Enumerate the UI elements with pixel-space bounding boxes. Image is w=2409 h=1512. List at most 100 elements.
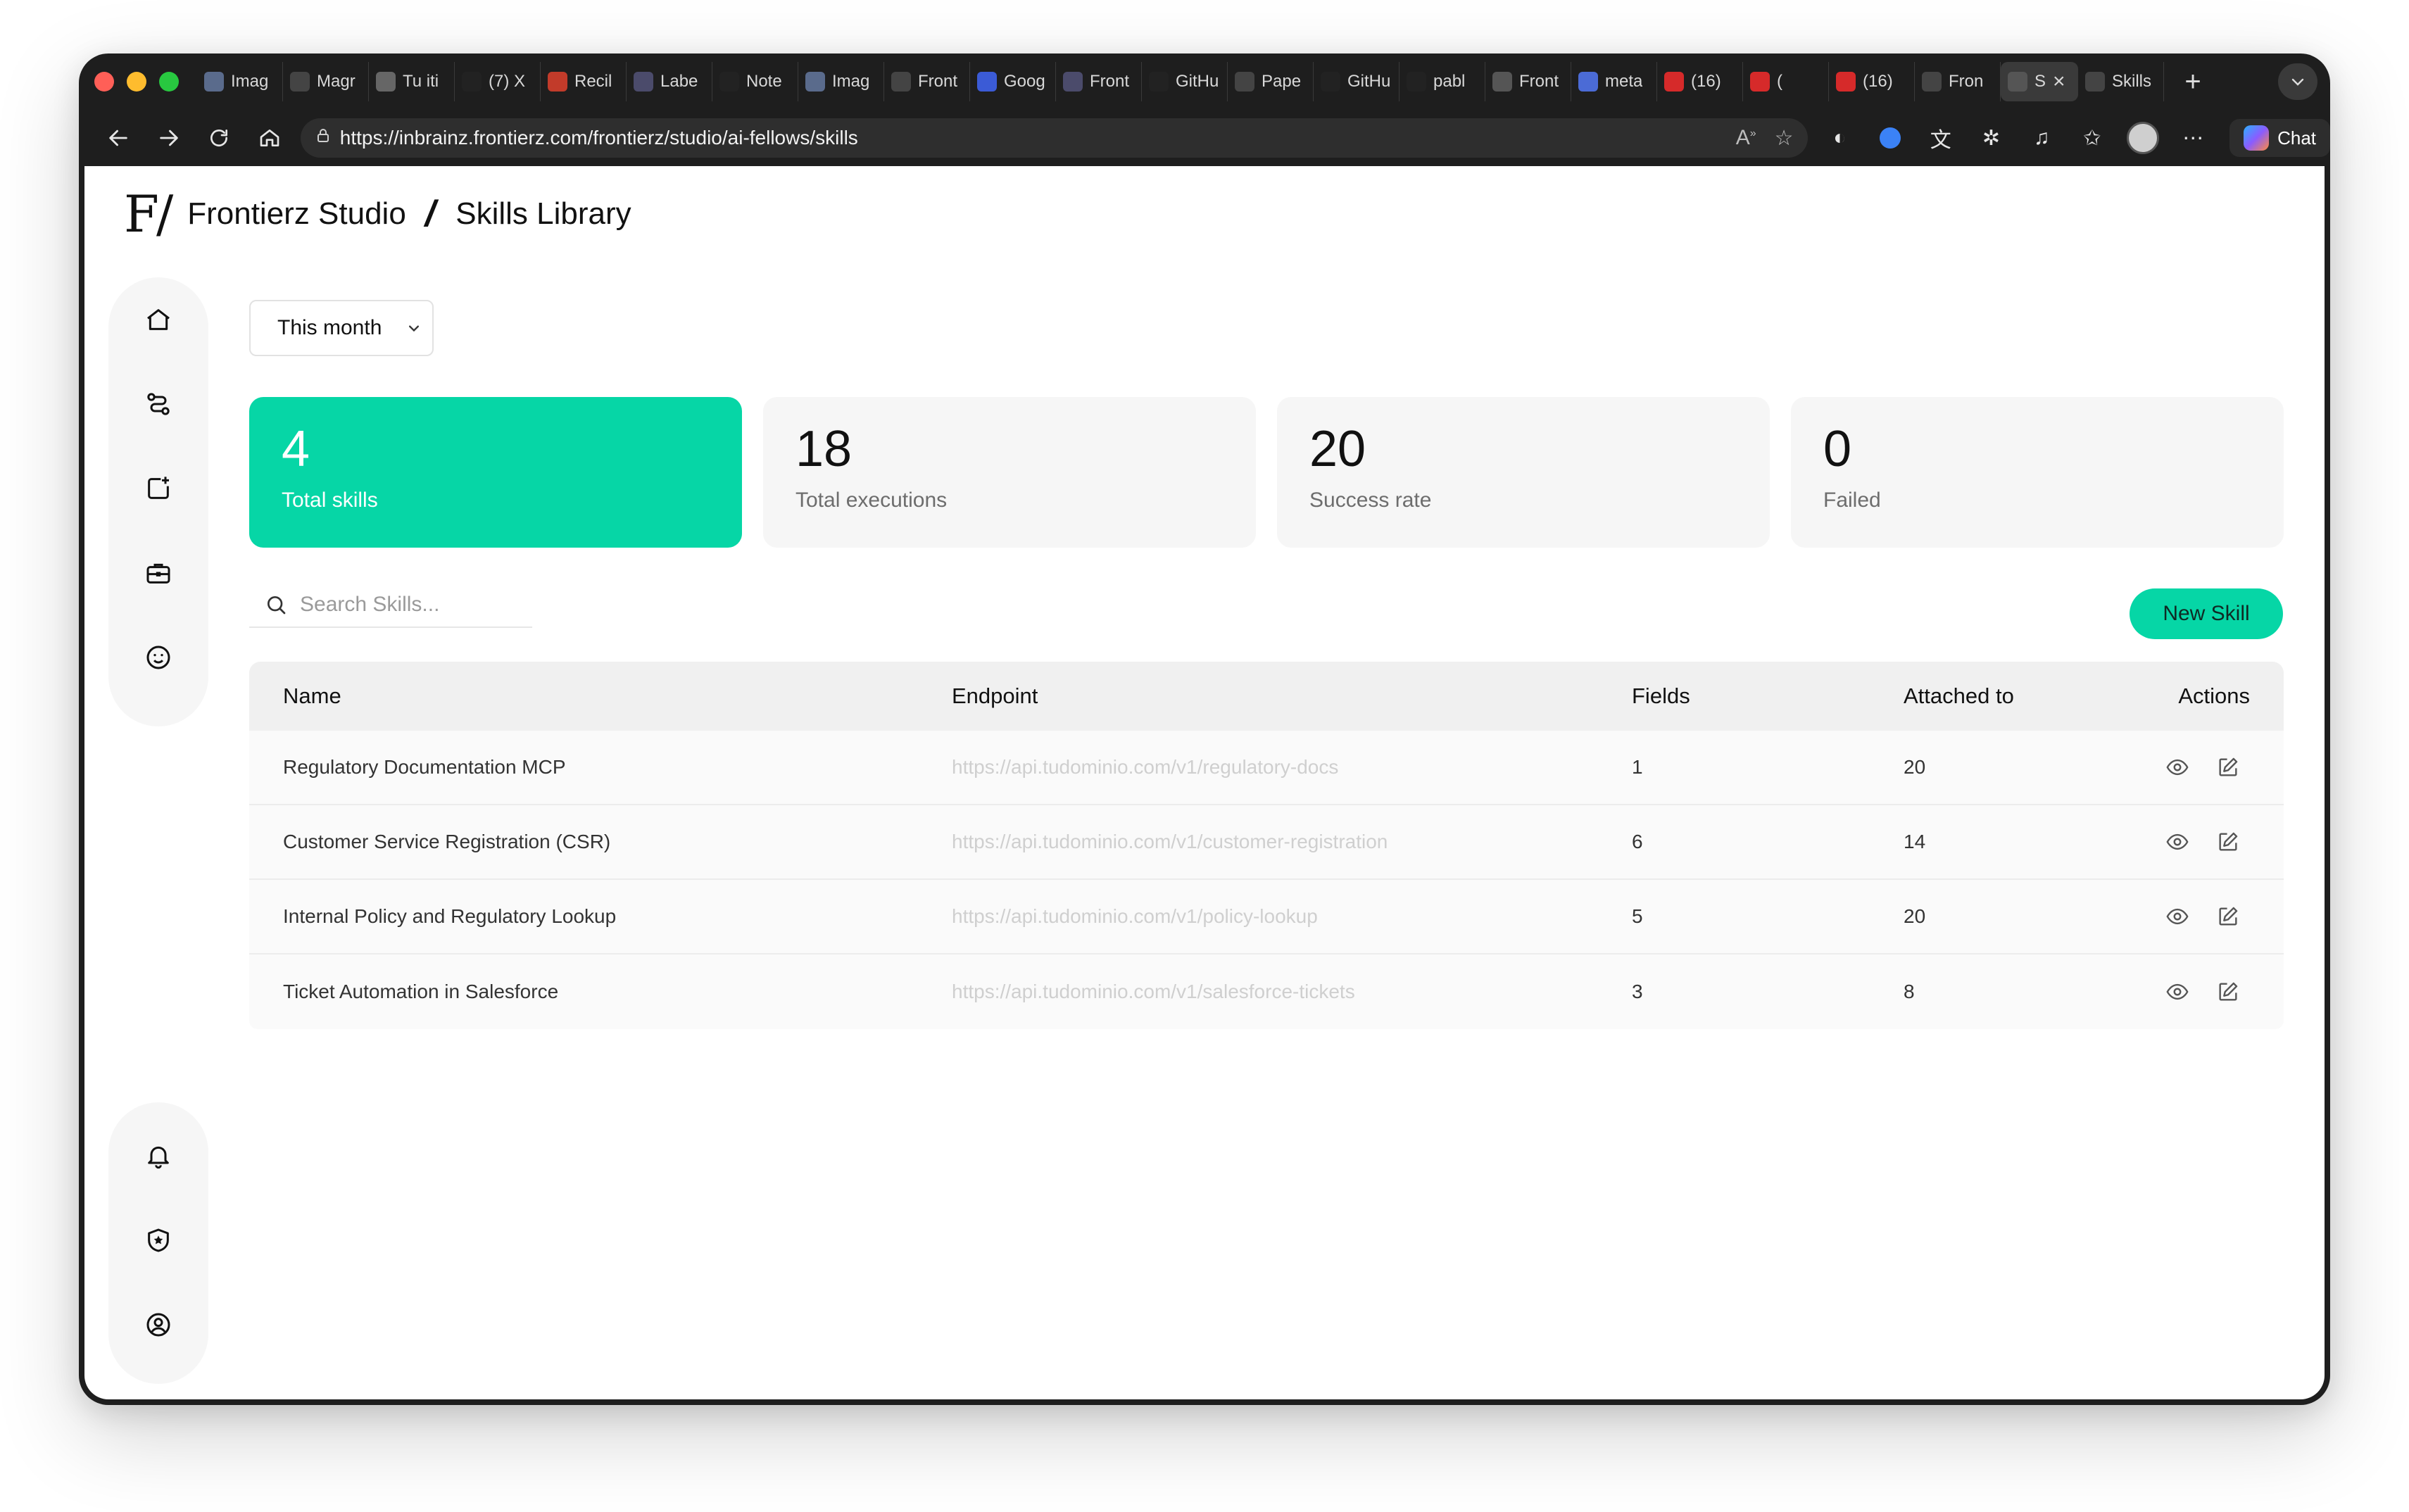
extensions-puzzle-icon[interactable]: ✲ (1966, 117, 2017, 159)
favorites-icon[interactable]: ✩ (2067, 117, 2118, 159)
browser-tab[interactable]: ( (1743, 62, 1829, 101)
browser-tab[interactable]: GitHu (1142, 62, 1228, 101)
browser-tab[interactable]: Imag (197, 62, 283, 101)
search-input[interactable] (300, 593, 525, 617)
browser-tab[interactable]: Pape (1228, 62, 1314, 101)
tab-label: Tu iti (403, 72, 439, 91)
close-tab-icon[interactable]: × (2053, 70, 2065, 94)
tab-label: Imag (832, 72, 870, 91)
chart-icon (1578, 72, 1598, 92)
stat-value: 20 (1309, 421, 1366, 477)
stat-label: Success rate (1309, 489, 1432, 512)
address-bar[interactable]: https://inbrainz.frontierz.com/frontierz… (300, 118, 1808, 158)
tab-label: Front (918, 72, 958, 91)
bell-icon (148, 1146, 169, 1169)
period-select[interactable]: This month (249, 300, 434, 356)
security-button[interactable] (137, 1219, 180, 1261)
browser-tab[interactable]: Tu iti (369, 62, 455, 101)
browser-tab[interactable]: pabl (1400, 62, 1485, 101)
sidebar-item-home[interactable] (137, 298, 180, 341)
tab-label: Front (1519, 72, 1559, 91)
view-icon[interactable] (2164, 978, 2191, 1005)
extension-shield-icon[interactable] (1865, 117, 1916, 159)
translate-icon[interactable]: 文 (1916, 117, 1966, 159)
forward-button[interactable] (144, 117, 194, 159)
copilot-chat-button[interactable]: Chat (2229, 119, 2330, 157)
edit-icon[interactable] (2215, 903, 2241, 930)
fz-icon (891, 72, 911, 92)
fz-icon (1492, 72, 1512, 92)
tab-list-button[interactable] (2278, 63, 2317, 100)
browser-tab[interactable]: Fron (1915, 62, 2001, 101)
reload-button[interactable] (194, 117, 244, 159)
close-window-button[interactable] (94, 72, 114, 92)
row-actions (2164, 903, 2241, 930)
browser-tab[interactable]: Recil (541, 62, 627, 101)
minimize-window-button[interactable] (127, 72, 146, 92)
sidebar-item-new[interactable] (137, 467, 180, 510)
browser-tab[interactable]: Skills (2078, 62, 2164, 101)
extension-icon[interactable]: ◐ (1815, 117, 1866, 159)
more-menu-icon[interactable]: ⋯ (2168, 117, 2218, 159)
edit-icon[interactable] (2215, 754, 2241, 781)
browser-tab[interactable]: (16) (1657, 62, 1743, 101)
new-skill-button[interactable]: New Skill (2130, 588, 2283, 639)
edit-icon[interactable] (2215, 829, 2241, 855)
browser-tab[interactable]: Front (884, 62, 970, 101)
browser-tab[interactable]: (16) (1829, 62, 1915, 101)
maximize-window-button[interactable] (159, 72, 179, 92)
tab-label: Imag (231, 72, 269, 91)
table-header: Name Endpoint Fields Attached to Actions (249, 662, 2284, 731)
browser-tab[interactable]: Front (1056, 62, 1142, 101)
browser-tab[interactable]: Imag (798, 62, 884, 101)
tab-label: meta (1605, 72, 1643, 91)
browser-tab[interactable]: Magr (283, 62, 369, 101)
brand-name[interactable]: Frontierz Studio (187, 196, 406, 232)
favorite-star-icon[interactable]: ☆ (1775, 126, 1794, 151)
browser-tab[interactable]: (7) X (455, 62, 541, 101)
notifications-button[interactable] (137, 1135, 180, 1177)
column-header-name: Name (283, 683, 341, 708)
gemini-icon (977, 72, 997, 92)
stat-value: 4 (282, 421, 310, 477)
sidebar-item-fellows[interactable] (137, 636, 180, 679)
read-aloud-icon[interactable]: A» (1736, 126, 1756, 150)
browser-tab[interactable]: Note (712, 62, 798, 101)
back-button[interactable] (93, 117, 144, 159)
view-icon[interactable] (2164, 903, 2191, 930)
table-row[interactable]: Ticket Automation in Salesforce https://a… (249, 955, 2284, 1029)
table-row[interactable]: Customer Service Registration (CSR) https… (249, 805, 2284, 880)
account-button[interactable] (137, 1304, 180, 1346)
arrow-left-icon (109, 130, 127, 146)
media-icon[interactable]: ♫ (2016, 117, 2067, 159)
home-button[interactable] (244, 117, 295, 159)
table-row[interactable]: Regulatory Documentation MCP https://api.… (249, 731, 2284, 805)
row-actions (2164, 754, 2241, 781)
profile-avatar[interactable] (2118, 117, 2168, 159)
chevron-down-icon (409, 325, 419, 332)
new-tab-button[interactable]: + (2175, 66, 2210, 98)
view-icon[interactable] (2164, 829, 2191, 855)
browser-tab[interactable]: Front (1485, 62, 1571, 101)
url-text[interactable]: https://inbrainz.frontierz.com/frontierz… (340, 127, 1718, 149)
browser-tab[interactable]: meta (1571, 62, 1657, 101)
table-row[interactable]: Internal Policy and Regulatory Lookup htt… (249, 880, 2284, 955)
skill-name: Internal Policy and Regulatory Lookup (283, 905, 617, 927)
skill-endpoint: https://api.tudominio.com/v1/salesforce-… (952, 981, 1355, 1002)
github-icon (1407, 72, 1426, 92)
edit-icon[interactable] (2215, 978, 2241, 1005)
frontierz-logo[interactable]: F/ (124, 184, 173, 244)
sidebar-item-workflows[interactable] (137, 383, 180, 425)
view-icon[interactable] (2164, 754, 2191, 781)
stat-value: 0 (1823, 421, 1852, 477)
browser-tab[interactable]: Goog (970, 62, 1056, 101)
doc-icon (805, 72, 825, 92)
sidebar-item-toolkit[interactable] (137, 552, 180, 594)
browser-tab[interactable]: S × (2001, 62, 2078, 101)
browser-tab[interactable]: GitHu (1314, 62, 1400, 101)
browser-window: Imag Magr Tu iti (7) X Recil Labe Note Imag Fron… (79, 53, 2330, 1405)
tab-label: Goog (1004, 72, 1045, 91)
page-title: Skills Library (455, 196, 631, 231)
browser-tab[interactable]: Labe (627, 62, 712, 101)
shield-icon (148, 1228, 169, 1252)
